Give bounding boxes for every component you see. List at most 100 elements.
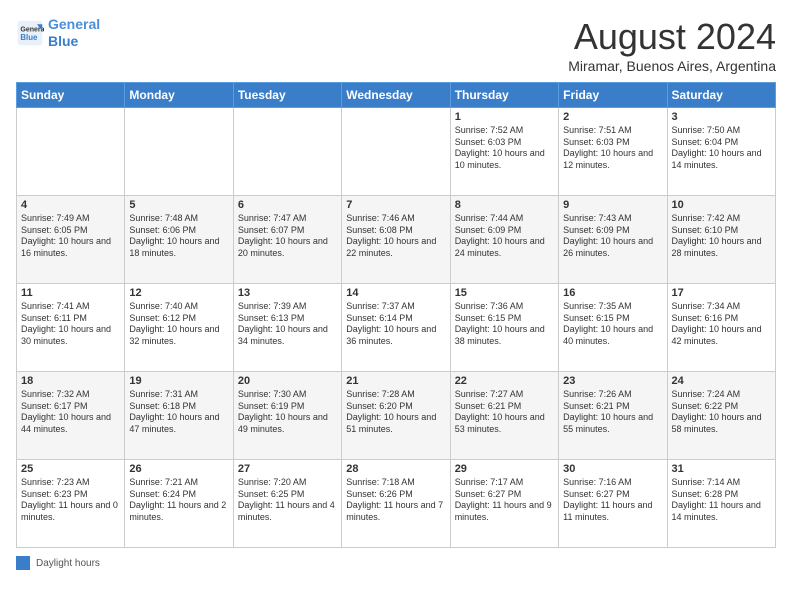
day-info: Sunrise: 7:26 AM	[563, 389, 662, 401]
day-info: Sunset: 6:25 PM	[238, 489, 337, 501]
day-info: Daylight: 10 hours and 36 minutes.	[346, 324, 445, 347]
day-number: 19	[129, 375, 228, 387]
calendar-cell: 24 Sunrise: 7:24 AMSunset: 6:22 PMDayligh…	[667, 372, 775, 460]
day-info: Daylight: 11 hours and 11 minutes.	[563, 500, 662, 523]
day-number: 31	[672, 463, 771, 475]
day-info: Daylight: 10 hours and 28 minutes.	[672, 236, 771, 259]
legend: Daylight hours	[16, 556, 776, 570]
calendar-cell: 12Sunrise: 7:40 AMSunset: 6:12 PMDayligh…	[125, 284, 233, 372]
day-info: Sunrise: 7:49 AM	[21, 213, 120, 225]
calendar-week-row: 1Sunrise: 7:52 AMSunset: 6:03 PMDaylight…	[17, 108, 776, 196]
weekday-header: Friday	[559, 83, 667, 108]
day-info: Daylight: 10 hours and 58 minutes.	[672, 412, 771, 435]
day-info: Sunset: 6:14 PM	[346, 313, 445, 325]
weekday-header: Tuesday	[233, 83, 341, 108]
weekday-header: Wednesday	[342, 83, 450, 108]
day-info: Sunrise: 7:51 AM	[563, 125, 662, 137]
logo-text: General Blue	[48, 16, 100, 50]
day-info: Sunrise: 7:35 AM	[563, 301, 662, 313]
title-block: August 2024 Miramar, Buenos Aires, Argen…	[568, 16, 776, 74]
calendar-cell: 7Sunrise: 7:46 AMSunset: 6:08 PMDaylight…	[342, 196, 450, 284]
day-number: 3	[672, 111, 771, 123]
day-info: Daylight: 10 hours and 44 minutes.	[21, 412, 120, 435]
day-info: Sunset: 6:23 PM	[21, 489, 120, 501]
day-info: Sunset: 6:03 PM	[563, 137, 662, 149]
calendar-cell: 23Sunrise: 7:26 AMSunset: 6:21 PMDayligh…	[559, 372, 667, 460]
day-info: Daylight: 10 hours and 16 minutes.	[21, 236, 120, 259]
day-info: Daylight: 10 hours and 51 minutes.	[346, 412, 445, 435]
calendar-cell: 5Sunrise: 7:48 AMSunset: 6:06 PMDaylight…	[125, 196, 233, 284]
day-info: Sunset: 6:27 PM	[455, 489, 554, 501]
day-info: Sunrise: 7:18 AM	[346, 477, 445, 489]
day-info: Sunset: 6:28 PM	[672, 489, 771, 501]
calendar-cell: 6Sunrise: 7:47 AMSunset: 6:07 PMDaylight…	[233, 196, 341, 284]
weekday-header: Thursday	[450, 83, 558, 108]
day-info: Sunset: 6:18 PM	[129, 401, 228, 413]
day-info: Sunrise: 7:14 AM	[672, 477, 771, 489]
calendar-cell	[125, 108, 233, 196]
day-info: Daylight: 11 hours and 14 minutes.	[672, 500, 771, 523]
logo: General Blue General Blue	[16, 16, 100, 50]
day-number: 5	[129, 199, 228, 211]
day-info: Sunrise: 7:52 AM	[455, 125, 554, 137]
day-info: Sunrise: 7:27 AM	[455, 389, 554, 401]
day-info: Sunset: 6:04 PM	[672, 137, 771, 149]
day-info: Sunrise: 7:20 AM	[238, 477, 337, 489]
day-info: Sunrise: 7:41 AM	[21, 301, 120, 313]
day-info: Sunset: 6:22 PM	[672, 401, 771, 413]
calendar-cell: 9Sunrise: 7:43 AMSunset: 6:09 PMDaylight…	[559, 196, 667, 284]
calendar-cell: 21Sunrise: 7:28 AMSunset: 6:20 PMDayligh…	[342, 372, 450, 460]
day-info: Daylight: 11 hours and 0 minutes.	[21, 500, 120, 523]
day-info: Daylight: 10 hours and 22 minutes.	[346, 236, 445, 259]
calendar-week-row: 25Sunrise: 7:23 AMSunset: 6:23 PMDayligh…	[17, 460, 776, 548]
day-info: Daylight: 11 hours and 2 minutes.	[129, 500, 228, 523]
day-number: 24	[672, 375, 771, 387]
day-info: Daylight: 10 hours and 14 minutes.	[672, 148, 771, 171]
day-info: Daylight: 10 hours and 12 minutes.	[563, 148, 662, 171]
day-info: Sunset: 6:09 PM	[455, 225, 554, 237]
day-number: 9	[563, 199, 662, 211]
day-info: Sunrise: 7:30 AM	[238, 389, 337, 401]
day-info: Daylight: 10 hours and 47 minutes.	[129, 412, 228, 435]
svg-text:Blue: Blue	[20, 33, 38, 42]
calendar-cell: 18Sunrise: 7:32 AMSunset: 6:17 PMDayligh…	[17, 372, 125, 460]
day-info: Sunrise: 7:44 AM	[455, 213, 554, 225]
calendar-cell: 28Sunrise: 7:18 AMSunset: 6:26 PMDayligh…	[342, 460, 450, 548]
calendar-cell: 8Sunrise: 7:44 AMSunset: 6:09 PMDaylight…	[450, 196, 558, 284]
weekday-header: Sunday	[17, 83, 125, 108]
calendar-cell: 4Sunrise: 7:49 AMSunset: 6:05 PMDaylight…	[17, 196, 125, 284]
day-info: Sunrise: 7:31 AM	[129, 389, 228, 401]
day-number: 7	[346, 199, 445, 211]
day-number: 21	[346, 375, 445, 387]
day-info: Daylight: 10 hours and 20 minutes.	[238, 236, 337, 259]
day-info: Sunset: 6:06 PM	[129, 225, 228, 237]
calendar-cell	[233, 108, 341, 196]
day-info: Daylight: 10 hours and 30 minutes.	[21, 324, 120, 347]
day-info: Sunrise: 7:50 AM	[672, 125, 771, 137]
day-info: Sunrise: 7:24 AM	[672, 389, 771, 401]
day-info: Sunset: 6:19 PM	[238, 401, 337, 413]
day-info: Sunset: 6:15 PM	[455, 313, 554, 325]
day-info: Daylight: 10 hours and 40 minutes.	[563, 324, 662, 347]
calendar-cell: 16Sunrise: 7:35 AMSunset: 6:15 PMDayligh…	[559, 284, 667, 372]
day-number: 30	[563, 463, 662, 475]
day-number: 2	[563, 111, 662, 123]
day-number: 16	[563, 287, 662, 299]
logo-icon: General Blue	[16, 19, 44, 47]
page-header: General Blue General Blue August 2024 Mi…	[16, 16, 776, 74]
calendar-cell: 22Sunrise: 7:27 AMSunset: 6:21 PMDayligh…	[450, 372, 558, 460]
calendar-cell: 25Sunrise: 7:23 AMSunset: 6:23 PMDayligh…	[17, 460, 125, 548]
calendar-cell: 29Sunrise: 7:17 AMSunset: 6:27 PMDayligh…	[450, 460, 558, 548]
day-number: 27	[238, 463, 337, 475]
day-number: 17	[672, 287, 771, 299]
day-number: 10	[672, 199, 771, 211]
calendar-cell: 1Sunrise: 7:52 AMSunset: 6:03 PMDaylight…	[450, 108, 558, 196]
location: Miramar, Buenos Aires, Argentina	[568, 58, 776, 74]
day-number: 15	[455, 287, 554, 299]
day-info: Daylight: 10 hours and 49 minutes.	[238, 412, 337, 435]
day-info: Sunset: 6:08 PM	[346, 225, 445, 237]
calendar-cell: 11Sunrise: 7:41 AMSunset: 6:11 PMDayligh…	[17, 284, 125, 372]
calendar-cell: 14Sunrise: 7:37 AMSunset: 6:14 PMDayligh…	[342, 284, 450, 372]
day-info: Sunrise: 7:48 AM	[129, 213, 228, 225]
calendar-cell: 31 Sunrise: 7:14 AMSunset: 6:28 PMDayligh…	[667, 460, 775, 548]
